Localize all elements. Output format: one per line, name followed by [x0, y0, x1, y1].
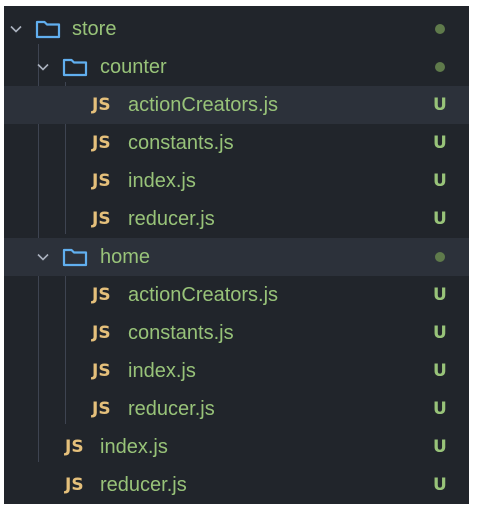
status-dot	[435, 252, 445, 262]
file-name: actionCreators.js	[128, 283, 279, 306]
untracked-badge: U	[433, 475, 447, 495]
untracked-badge: U	[433, 323, 447, 343]
file-name: constants.js	[128, 321, 234, 344]
js-file-icon: JS	[65, 475, 84, 495]
js-file-icon: JS	[65, 437, 84, 457]
js-file-icon: JS	[92, 361, 111, 381]
status-dot	[435, 62, 445, 72]
status-dot	[435, 24, 445, 34]
folder-row-counter[interactable]: counter	[4, 48, 469, 86]
folder-icon	[62, 57, 88, 77]
file-row[interactable]: JS reducer.js U	[4, 200, 469, 238]
folder-icon	[35, 19, 61, 39]
folder-name: home	[100, 245, 151, 268]
js-file-icon: JS	[92, 323, 111, 343]
untracked-badge: U	[433, 171, 447, 191]
file-row[interactable]: JS actionCreators.js U	[4, 86, 469, 124]
file-row[interactable]: JS index.js U	[4, 428, 469, 466]
file-name: index.js	[128, 169, 196, 192]
file-row[interactable]: JS reducer.js U	[4, 466, 469, 504]
js-file-icon: JS	[92, 399, 111, 419]
file-explorer-panel: store counter JS actionCreators.js U JS …	[4, 6, 469, 504]
untracked-badge: U	[433, 209, 447, 229]
chevron-down-icon	[8, 21, 24, 37]
untracked-badge: U	[433, 285, 447, 305]
file-name: constants.js	[128, 131, 234, 154]
file-row[interactable]: JS index.js U	[4, 162, 469, 200]
chevron-down-icon	[35, 59, 51, 75]
folder-row-home[interactable]: home	[4, 238, 469, 276]
js-file-icon: JS	[92, 171, 111, 191]
file-row[interactable]: JS actionCreators.js U	[4, 276, 469, 314]
file-row[interactable]: JS reducer.js U	[4, 390, 469, 428]
untracked-badge: U	[433, 437, 447, 457]
folder-name: store	[72, 17, 117, 40]
js-file-icon: JS	[92, 133, 111, 153]
file-name: actionCreators.js	[128, 93, 279, 116]
js-file-icon: JS	[92, 95, 111, 115]
folder-name: counter	[100, 55, 167, 78]
file-name: index.js	[100, 435, 168, 458]
file-row[interactable]: JS constants.js U	[4, 124, 469, 162]
js-file-icon: JS	[92, 209, 111, 229]
untracked-badge: U	[433, 133, 447, 153]
untracked-badge: U	[433, 399, 447, 419]
untracked-badge: U	[433, 361, 447, 381]
file-row[interactable]: JS constants.js U	[4, 314, 469, 352]
folder-icon	[62, 247, 88, 267]
untracked-badge: U	[433, 95, 447, 115]
file-name: reducer.js	[128, 397, 215, 420]
file-name: index.js	[128, 359, 196, 382]
file-name: reducer.js	[100, 473, 187, 496]
file-name: reducer.js	[128, 207, 215, 230]
folder-row-store[interactable]: store	[4, 10, 469, 48]
chevron-down-icon	[35, 249, 51, 265]
file-row[interactable]: JS index.js U	[4, 352, 469, 390]
js-file-icon: JS	[92, 285, 111, 305]
